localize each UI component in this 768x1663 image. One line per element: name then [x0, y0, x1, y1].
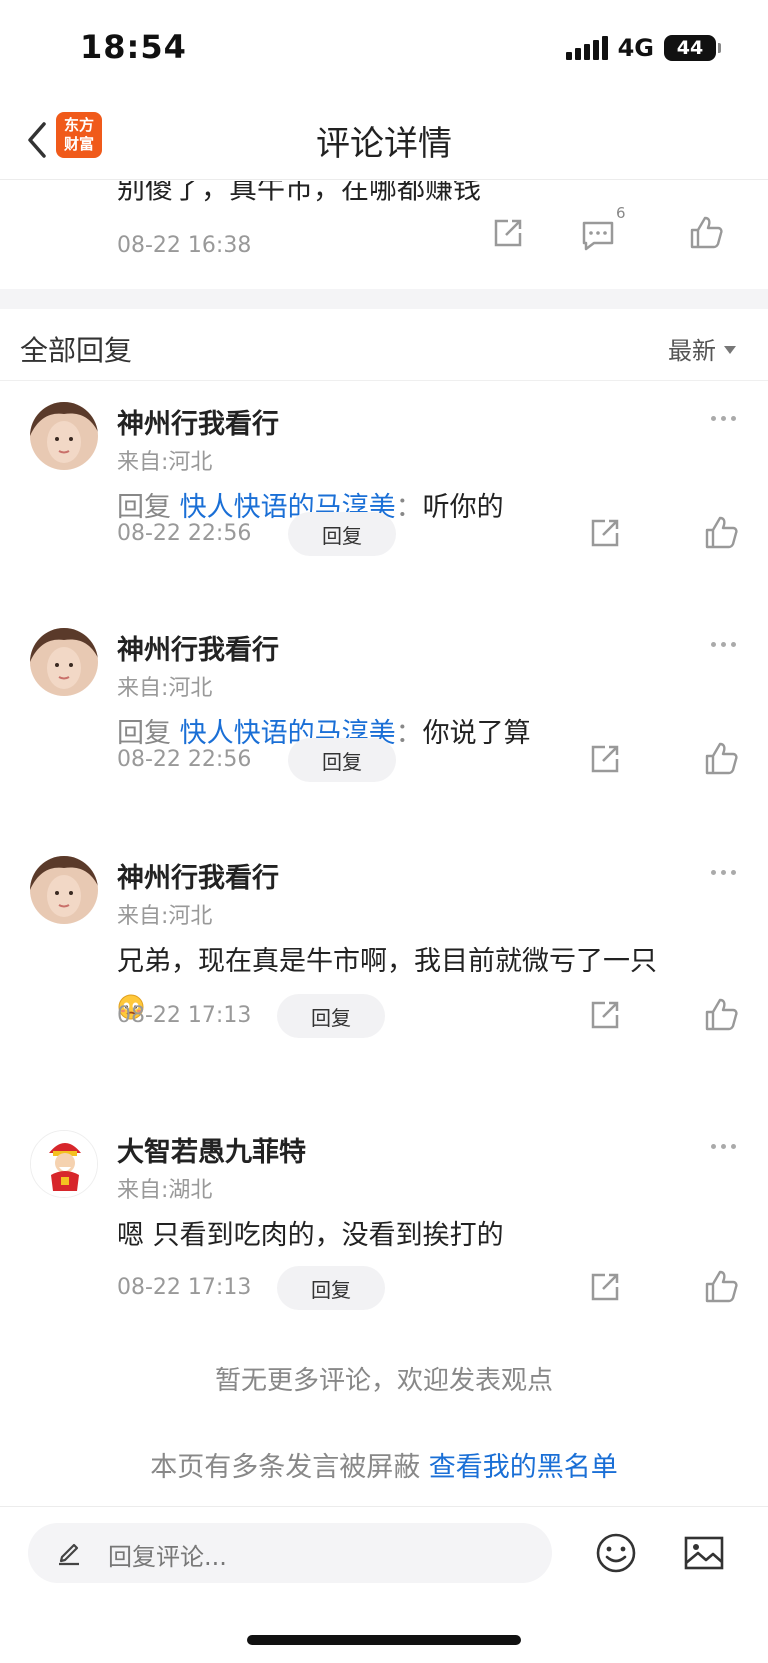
reply-time: 08-22 22:56	[117, 747, 252, 772]
reply-content: 嗯 只看到吃肉的，没看到挨打的	[117, 1214, 737, 1258]
reply-item: 大智若愚九菲特 来自:湖北 嗯 只看到吃肉的，没看到挨打的 08-22 17:1…	[0, 1130, 768, 1340]
reply-time: 08-22 22:56	[117, 521, 252, 546]
share-icon[interactable]	[488, 213, 528, 253]
avatar[interactable]	[30, 628, 98, 696]
reply-placeholder: 回复评论...	[108, 1543, 227, 1571]
user-name[interactable]: 神州行我看行	[117, 628, 279, 667]
like-icon[interactable]	[701, 1267, 741, 1307]
user-name[interactable]: 神州行我看行	[117, 856, 279, 895]
user-location: 来自:河北	[117, 904, 213, 929]
reply-input[interactable]: 回复评论...	[28, 1523, 552, 1583]
share-icon[interactable]	[585, 995, 625, 1035]
sort-dropdown[interactable]: 最新	[668, 331, 736, 366]
avatar[interactable]	[30, 402, 98, 470]
reply-text: 你说了算	[422, 718, 531, 749]
blacklist-link[interactable]: 查看我的黑名单	[429, 1452, 618, 1483]
like-icon[interactable]	[701, 513, 741, 553]
blocked-notice: 本页有多条发言被屏蔽 查看我的黑名单	[0, 1445, 768, 1484]
reply-time: 08-22 17:13	[117, 1275, 252, 1300]
sort-label: 最新	[668, 337, 716, 365]
reply-text: 听你的	[422, 492, 504, 523]
more-icon[interactable]	[711, 642, 736, 647]
nav-bar: 东方 财富 评论详情	[0, 100, 768, 180]
reply-button[interactable]: 回复	[277, 1266, 385, 1310]
original-comment-text: 别傻了，真牛市，在哪都赚钱	[117, 181, 482, 205]
reply-button[interactable]: 回复	[288, 512, 396, 556]
status-bar: 18:54 4G 44	[0, 0, 768, 100]
status-indicators: 4G 44	[565, 34, 721, 62]
emoji-icon[interactable]	[594, 1531, 638, 1575]
like-icon[interactable]	[701, 739, 741, 779]
signal-icon	[565, 36, 608, 60]
comment-icon[interactable]	[578, 215, 618, 255]
network-type: 4G	[617, 34, 654, 62]
share-icon[interactable]	[585, 1267, 625, 1307]
reply-colon: ：	[395, 492, 423, 523]
like-icon[interactable]	[701, 995, 741, 1035]
reply-colon: ：	[395, 718, 423, 749]
user-name[interactable]: 神州行我看行	[117, 402, 279, 441]
user-location: 来自:湖北	[117, 1178, 213, 1203]
reply-prefix: 回复	[117, 492, 171, 523]
like-icon[interactable]	[686, 213, 726, 253]
page-title: 评论详情	[316, 124, 452, 164]
share-icon[interactable]	[585, 739, 625, 779]
reply-button[interactable]: 回复	[288, 738, 396, 782]
share-icon[interactable]	[585, 513, 625, 553]
reply-button[interactable]: 回复	[277, 994, 385, 1038]
reply-item: 神州行我看行 来自:河北 回复 快人快语的马淳美：你说了算 08-22 22:5…	[0, 628, 768, 838]
reply-time: 08-22 17:13	[117, 1003, 252, 1028]
reply-prefix: 回复	[117, 718, 171, 749]
user-location: 来自:河北	[117, 450, 213, 475]
comment-count: 6	[616, 204, 626, 222]
avatar[interactable]	[30, 856, 98, 924]
avatar[interactable]	[30, 1130, 98, 1198]
replies-title: 全部回复	[20, 334, 133, 367]
original-comment-time: 08-22 16:38	[117, 233, 252, 258]
reply-text: 兄弟，现在真是牛市啊，我目前就微亏了一只	[117, 946, 657, 977]
reply-item: 神州行我看行 来自:河北 回复 快人快语的马淳美：听你的 08-22 22:56…	[0, 402, 768, 612]
battery-icon: 44	[664, 35, 721, 61]
user-name[interactable]: 大智若愚九菲特	[117, 1130, 306, 1169]
status-time: 18:54	[80, 28, 187, 66]
image-icon[interactable]	[683, 1533, 725, 1573]
reply-item: 神州行我看行 来自:河北 兄弟，现在真是牛市啊，我目前就微亏了一只 08-22 …	[0, 856, 768, 1106]
bottom-bar: 回复评论...	[0, 1506, 768, 1663]
no-more-comments: 暂无更多评论，欢迎发表观点	[214, 1366, 553, 1396]
more-icon[interactable]	[711, 416, 736, 421]
more-icon[interactable]	[711, 870, 736, 875]
section-divider	[0, 289, 768, 309]
more-icon[interactable]	[711, 1144, 736, 1149]
reply-text: 嗯 只看到吃肉的，没看到挨打的	[117, 1220, 504, 1251]
blocked-text: 本页有多条发言被屏蔽	[150, 1452, 421, 1483]
original-comment: 别傻了，真牛市，在哪都赚钱 08-22 16:38 6	[0, 181, 768, 289]
user-location: 来自:河北	[117, 676, 213, 701]
home-indicator	[247, 1635, 521, 1645]
caret-down-icon	[724, 345, 736, 354]
pen-icon	[59, 1543, 79, 1566]
replies-header: 全部回复 最新	[0, 309, 768, 381]
